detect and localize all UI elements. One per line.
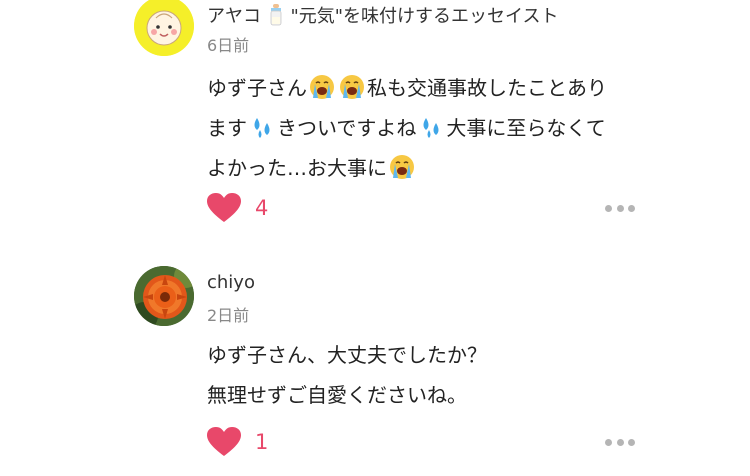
comment-line: ゆず子さん 私も交通事故したことあり bbox=[207, 68, 647, 108]
text-segment: ます bbox=[207, 116, 247, 140]
author-tagline: "元気"を味付けするエッセイスト bbox=[290, 6, 559, 27]
baby-bottle-icon bbox=[270, 4, 282, 26]
text-segment: 私も交通事故したことあり bbox=[367, 76, 607, 100]
more-options-icon[interactable] bbox=[605, 436, 635, 448]
text-segment: 大事に至らなくて bbox=[446, 116, 606, 140]
smiling-baby-face-icon bbox=[134, 0, 194, 56]
loudly-crying-face-icon bbox=[339, 74, 365, 100]
comment-line: 無理せずご自愛くださいね。 bbox=[207, 383, 467, 407]
comment-text: ゆず子さん 私も交通事故したことあり ます きついですよね 大事に至らなくて よかった… bbox=[207, 68, 647, 188]
avatar[interactable] bbox=[134, 266, 194, 326]
dot bbox=[628, 438, 635, 446]
comment-text: ゆず子さん、大丈夫でしたか？ 無理せずご自愛くださいね。 bbox=[207, 335, 647, 415]
dot bbox=[605, 204, 612, 212]
loudly-crying-face-icon bbox=[389, 154, 415, 180]
comment-time: 2日前 bbox=[207, 306, 250, 325]
dot bbox=[628, 204, 635, 212]
text-segment: ゆず子さん bbox=[207, 76, 307, 100]
dot bbox=[616, 438, 624, 446]
orange-flower-photo bbox=[134, 266, 194, 326]
text-segment: きついですよね bbox=[277, 116, 417, 140]
dot bbox=[616, 204, 624, 212]
heart-icon bbox=[207, 427, 241, 457]
loudly-crying-face-icon bbox=[309, 74, 335, 100]
like-count: 4 bbox=[255, 196, 269, 220]
text-segment: よかった…お大事に bbox=[207, 156, 387, 180]
comment-line: ゆず子さん、大丈夫でしたか？ bbox=[207, 343, 487, 367]
like-button[interactable]: 1 bbox=[207, 427, 268, 457]
like-count: 1 bbox=[255, 430, 269, 454]
dot bbox=[605, 438, 612, 446]
author-name: アヤコ bbox=[207, 6, 261, 27]
heart-icon bbox=[207, 193, 241, 223]
comment-author[interactable]: アヤコ "元気"を味付けするエッセイスト bbox=[207, 2, 559, 28]
avatar[interactable] bbox=[134, 0, 194, 56]
like-button[interactable]: 4 bbox=[207, 193, 268, 223]
comment-author[interactable]: chiyo bbox=[207, 272, 255, 293]
sweat-droplets-icon bbox=[418, 114, 444, 140]
comment-time: 6日前 bbox=[207, 36, 250, 55]
more-options-icon[interactable] bbox=[605, 202, 635, 214]
comment-line: ます きついですよね 大事に至らなくて bbox=[207, 108, 647, 148]
comment-line: よかった…お大事に bbox=[207, 148, 647, 188]
sweat-droplets-icon bbox=[249, 114, 275, 140]
